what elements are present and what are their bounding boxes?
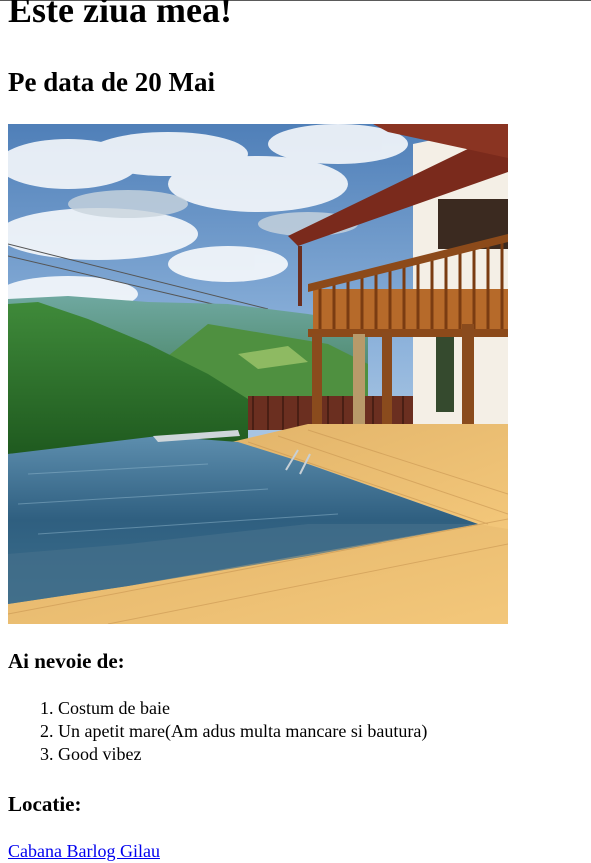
page-title: Este ziua mea!: [8, 0, 232, 30]
event-date: Pe data de 20 Mai: [8, 67, 215, 97]
needs-heading: Ai nevoie de:: [8, 649, 125, 673]
list-item: Un apetit mare(Am adus multa mancare si …: [58, 720, 427, 743]
list-item: Good vibez: [58, 743, 427, 766]
page: Este ziua mea! Pe data de 20 Mai Ai nevo…: [0, 0, 591, 863]
location-link[interactable]: Cabana Barlog Gilau: [8, 840, 160, 863]
cabin-pool-photo: [8, 124, 508, 624]
location-heading: Locatie:: [8, 792, 82, 816]
needs-list: Costum de baie Un apetit mare(Am adus mu…: [8, 697, 427, 766]
list-item: Costum de baie: [58, 697, 427, 720]
